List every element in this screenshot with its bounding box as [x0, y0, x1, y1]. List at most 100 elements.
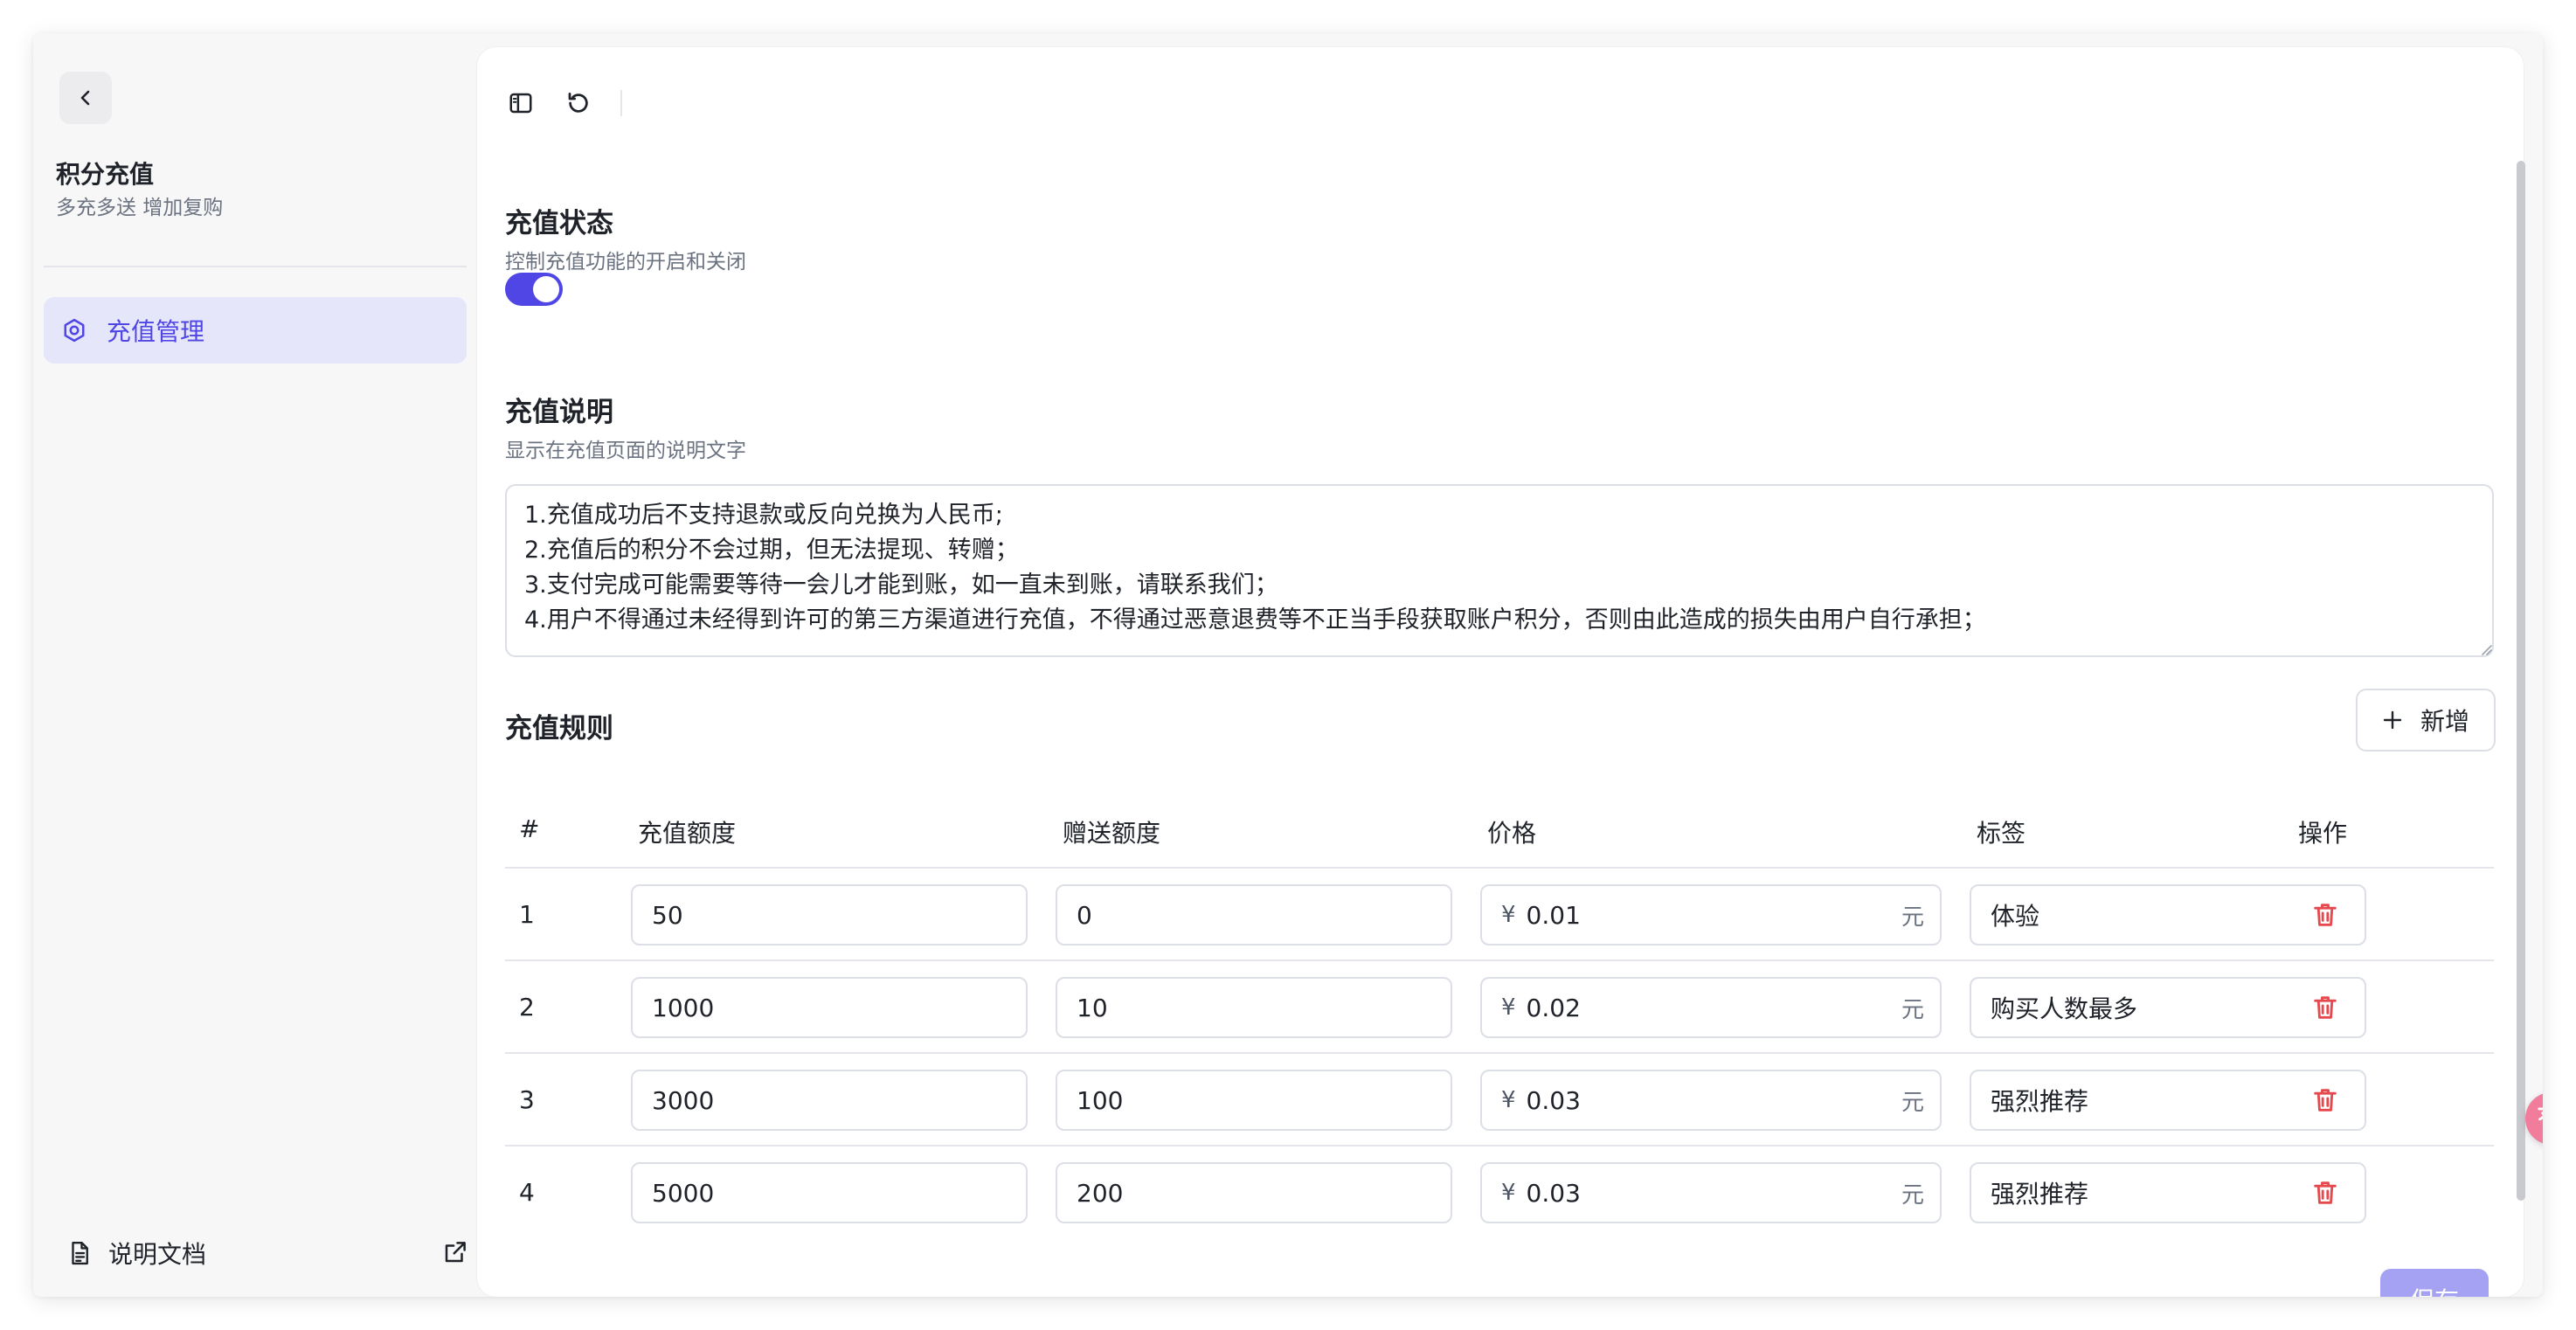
currency-suffix: 元: [1901, 1089, 1924, 1116]
status-description: 控制充值功能的开启和关闭: [505, 251, 746, 274]
row-index: 1: [519, 900, 535, 929]
toggle-sidebar-button[interactable]: [505, 87, 537, 119]
row-index: 2: [519, 993, 535, 1022]
price-value: 0.03: [1526, 1085, 1581, 1115]
currency-suffix: 元: [1901, 996, 1924, 1023]
amount-value: 1000: [652, 993, 715, 1022]
tag-input[interactable]: 强烈推荐: [1970, 1162, 2366, 1223]
table-row: 4 5000 200 ¥0.03 元 强烈推荐: [505, 1146, 2494, 1239]
doc-link[interactable]: 说明文档: [66, 1229, 468, 1278]
sidebar-item-recharge-management[interactable]: 充值管理: [44, 297, 467, 364]
bonus-value: 10: [1077, 993, 1108, 1022]
back-button[interactable]: [59, 72, 112, 124]
amount-value: 5000: [652, 1178, 715, 1208]
bonus-value: 200: [1077, 1178, 1124, 1208]
price-input[interactable]: ¥0.02 元: [1480, 977, 1942, 1038]
column-header-actions: 操作: [2298, 819, 2348, 848]
chevron-left-icon: [80, 90, 90, 106]
column-header-index: #: [519, 814, 540, 843]
currency-prefix: ¥: [1501, 994, 1516, 1021]
price-input[interactable]: ¥0.03 元: [1480, 1070, 1942, 1131]
rules-table: # 充值额度 赠送额度 价格 标签 操作 1 50 0 ¥0.01 元 体验 2 …: [505, 790, 2494, 1239]
delete-rule-button[interactable]: [2310, 1178, 2340, 1208]
table-row: 2 1000 10 ¥0.02 元 购买人数最多: [505, 961, 2494, 1054]
recharge-description-textarea[interactable]: 1.充值成功后不支持退款或反向兑换为人民币; 2.充值后的积分不会过期，但无法提…: [505, 484, 2494, 657]
save-button[interactable]: 保存: [2380, 1269, 2489, 1297]
sidebar-item-label: 充值管理: [107, 317, 205, 346]
main-panel: 充值状态 控制充值功能的开启和关闭 充值说明 显示在充值页面的说明文字 1.充值…: [477, 47, 2525, 1297]
table-row: 1 50 0 ¥0.01 元 体验: [505, 869, 2494, 961]
translate-button[interactable]: [2525, 1092, 2543, 1145]
add-rule-label: 新增: [2420, 707, 2469, 736]
app-subtitle: 多充多送 增加复购: [56, 197, 224, 219]
scrollbar[interactable]: [2517, 161, 2525, 1201]
refresh-button[interactable]: [563, 87, 594, 119]
document-icon: [72, 1241, 88, 1265]
tag-input[interactable]: 体验: [1970, 884, 2366, 946]
amount-input[interactable]: 50: [631, 884, 1028, 946]
trash-icon: [2314, 996, 2337, 1019]
currency-prefix: ¥: [1501, 1180, 1516, 1206]
tag-value: 强烈推荐: [1991, 1180, 2089, 1209]
tag-input[interactable]: 强烈推荐: [1970, 1070, 2366, 1131]
toolbar-separator: [620, 90, 622, 116]
doc-link-label: 说明文档: [108, 1240, 207, 1269]
currency-suffix: 元: [1901, 1181, 1924, 1209]
delete-rule-button[interactable]: [2310, 900, 2340, 930]
trash-icon: [2314, 904, 2337, 926]
row-index: 3: [519, 1085, 535, 1114]
tag-input[interactable]: 购买人数最多: [1970, 977, 2366, 1038]
sidebar-panel-icon: [509, 93, 532, 114]
tag-value: 购买人数最多: [1991, 994, 2138, 1023]
settings-hex-icon: [64, 318, 85, 343]
bonus-value: 0: [1077, 900, 1092, 930]
price-input[interactable]: ¥0.03 元: [1480, 1162, 1942, 1223]
table-header: # 充值额度 赠送额度 价格 标签 操作: [505, 790, 2494, 869]
currency-prefix: ¥: [1501, 1087, 1516, 1113]
currency-prefix: ¥: [1501, 902, 1516, 928]
toolbar: [505, 87, 622, 119]
tag-value: 强烈推荐: [1991, 1087, 2089, 1116]
column-header-price: 价格: [1487, 819, 1537, 848]
external-link-icon: [445, 1242, 466, 1263]
bonus-input[interactable]: 0: [1056, 884, 1452, 946]
bonus-input[interactable]: 100: [1056, 1070, 1452, 1131]
description-title: 充值说明: [505, 397, 613, 428]
row-index: 4: [519, 1178, 535, 1207]
amount-input[interactable]: 1000: [631, 977, 1028, 1038]
amount-value: 50: [652, 900, 683, 930]
column-header-bonus: 赠送额度: [1063, 819, 1161, 848]
sidebar: 积分充值 多充多送 增加复购 充值管理 说明文档: [33, 33, 477, 1297]
translate-icon: [2538, 1107, 2543, 1121]
rules-title: 充值规则: [505, 713, 613, 745]
currency-suffix: 元: [1901, 904, 1924, 931]
trash-icon: [2314, 1089, 2337, 1112]
app-title: 积分充值: [56, 160, 155, 189]
recharge-status-toggle[interactable]: [505, 273, 563, 306]
delete-rule-button[interactable]: [2310, 993, 2340, 1022]
bonus-value: 100: [1077, 1085, 1124, 1115]
table-row: 3 3000 100 ¥0.03 元 强烈推荐: [505, 1054, 2494, 1146]
app-window: 积分充值 多充多送 增加复购 充值管理 说明文档 充值状态 控制充值功能的开启和…: [33, 33, 2543, 1297]
description-hint: 显示在充值页面的说明文字: [505, 440, 746, 462]
bonus-input[interactable]: 200: [1056, 1162, 1452, 1223]
amount-value: 3000: [652, 1085, 715, 1115]
price-input[interactable]: ¥0.01 元: [1480, 884, 1942, 946]
sidebar-divider: [44, 266, 467, 267]
resize-grip-icon[interactable]: [2480, 643, 2492, 655]
trash-icon: [2314, 1181, 2337, 1204]
plus-icon: [2383, 710, 2402, 730]
column-header-tag: 标签: [1977, 819, 2026, 848]
price-value: 0.01: [1526, 900, 1581, 930]
amount-input[interactable]: 3000: [631, 1070, 1028, 1131]
bonus-input[interactable]: 10: [1056, 977, 1452, 1038]
add-rule-button[interactable]: 新增: [2356, 689, 2496, 752]
delete-rule-button[interactable]: [2310, 1085, 2340, 1115]
toggle-knob: [533, 276, 559, 302]
price-value: 0.03: [1526, 1178, 1581, 1208]
price-value: 0.02: [1526, 993, 1581, 1022]
refresh-icon: [568, 93, 588, 113]
amount-input[interactable]: 5000: [631, 1162, 1028, 1223]
status-title: 充值状态: [505, 208, 613, 239]
column-header-amount: 充值额度: [638, 819, 737, 848]
